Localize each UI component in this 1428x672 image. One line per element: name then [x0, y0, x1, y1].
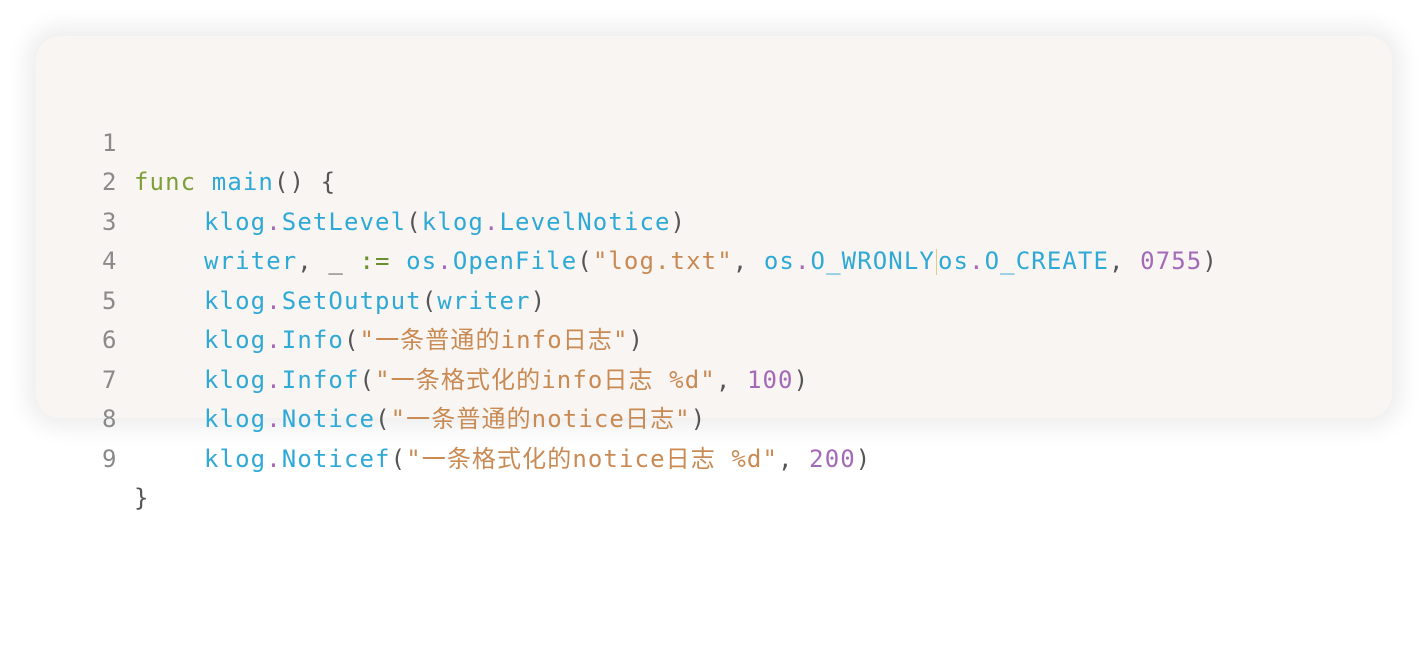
- code-line: 7 klog.Notice("一条普通的notice日志"): [36, 321, 705, 434]
- code-line: 2 klog.SetLevel(klog.LevelNotice): [36, 124, 685, 236]
- text-cursor: [935, 249, 937, 275]
- line-number: 9: [102, 444, 118, 473]
- code-line: 4 klog.SetOutput(writer): [36, 203, 545, 315]
- code-line: 8 klog.Noticef("一条格式化的notice日志 %d", 200): [36, 361, 870, 473]
- code-block: 1 func main() { 2 klog.SetLevel(klog.Lev…: [36, 36, 1392, 512]
- code-listing: 1 func main() { 2 klog.SetLevel(klog.Lev…: [36, 84, 1217, 672]
- line-source: klog.Info("一条普通的info日志"): [204, 326, 645, 354]
- punctuation-token: () {: [273, 168, 337, 196]
- code-line: 5 klog.Info("一条普通的info日志"): [36, 242, 643, 355]
- code-line: 3 writer, _ := os.OpenFile("log.txt", os…: [36, 163, 1217, 275]
- line-source: klog.Infof("一条格式化的info日志 %d", 100): [204, 365, 810, 394]
- line-source: }: [134, 484, 150, 512]
- line-source: klog.Notice("一条普通的notice日志"): [204, 405, 707, 433]
- line-source: klog.SetOutput(writer): [204, 286, 547, 315]
- line-source: func main() {: [134, 163, 336, 203]
- keyword-token: func: [134, 168, 197, 196]
- code-line: 1 func main() {: [36, 84, 335, 197]
- function-name-token: main: [211, 168, 274, 196]
- line-source: writer, _ := os.OpenFile("log.txt", os.O…: [204, 247, 1218, 275]
- line-source: klog.Noticef("一条格式化的notice日志 %d", 200): [204, 444, 872, 473]
- line-source: klog.SetLevel(klog.LevelNotice): [204, 207, 687, 236]
- code-line: 9 }: [36, 400, 148, 513]
- code-line: 6 klog.Infof("一条格式化的info日志 %d", 100): [36, 282, 808, 394]
